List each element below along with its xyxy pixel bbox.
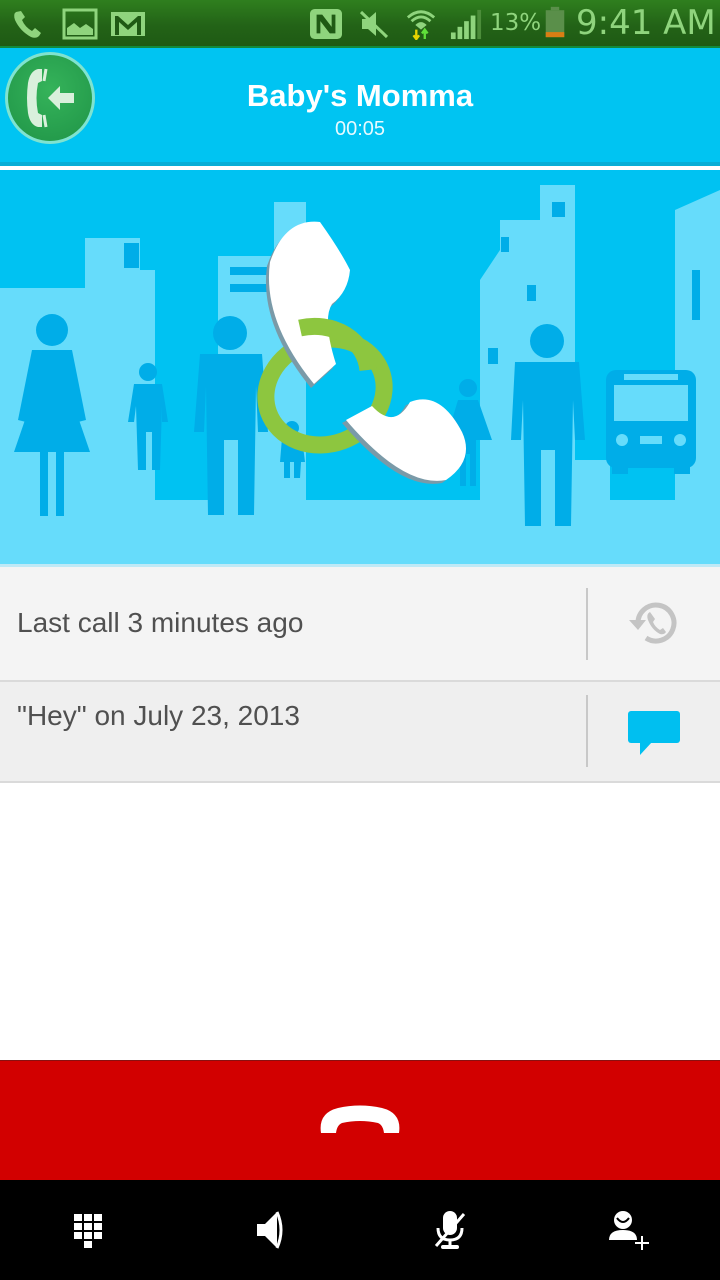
gallery-icon [62,8,98,40]
in-call-screen: 13% 9:41 AM Baby's Momma 00:05 Last call… [0,0,720,1280]
building-windows [124,202,700,364]
call-history-button[interactable] [588,567,720,680]
call-toolbar [0,1180,720,1280]
dialpad-button[interactable] [0,1180,180,1280]
battery-percent: 13% [490,10,542,36]
message-icon [628,710,680,755]
gmail-icon [111,12,145,36]
last-call-row[interactable]: Last call 3 minutes ago [0,567,720,682]
signal-icon [450,9,482,40]
add-call-button[interactable] [540,1180,720,1280]
last-message-text: "Hey" on July 23, 2013 [17,700,300,731]
speaker-button[interactable] [180,1180,360,1280]
add-person-icon [609,1211,649,1250]
call-history-icon [629,602,677,644]
call-duration: 00:05 [334,118,386,140]
last-call-text: Last call 3 minutes ago [17,607,304,638]
clock: 9:41 AM [576,3,716,43]
missed-call-icon [14,11,41,38]
dialpad-icon [74,1214,102,1248]
mute-icon [359,10,389,39]
status-bar: 13% 9:41 AM [0,0,720,48]
last-message-row[interactable]: "Hey" on July 23, 2013 [0,682,720,783]
call-illustration [0,170,720,566]
battery-icon [545,6,565,38]
empty-area [0,784,720,1060]
wifi-icon [406,10,436,40]
speaker-icon [257,1211,283,1249]
mute-button[interactable] [360,1180,540,1280]
mic-mute-icon [434,1211,466,1249]
send-message-button[interactable] [588,682,720,781]
end-call-button[interactable] [0,1060,720,1180]
bus-icon [606,370,696,474]
contact-name: Baby's Momma [246,78,474,113]
end-call-icon [320,1105,400,1133]
call-header: Baby's Momma 00:05 [0,48,720,166]
nfc-icon [310,8,342,40]
